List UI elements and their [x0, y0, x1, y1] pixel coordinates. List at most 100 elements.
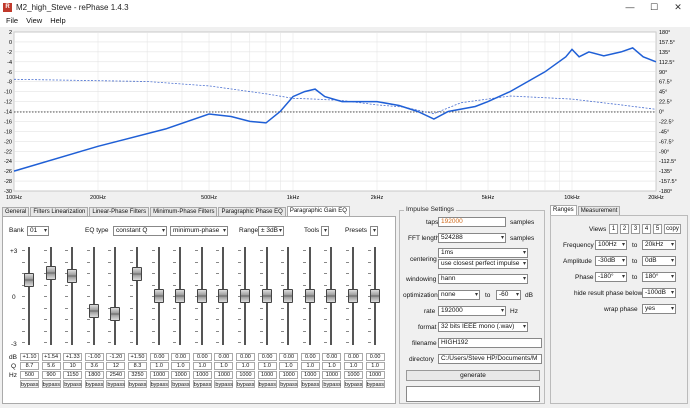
band-hz-input[interactable]: 1000	[300, 371, 320, 379]
band-q-input[interactable]: 1.0	[171, 362, 191, 370]
band-db-input[interactable]: 0.00	[257, 353, 277, 361]
tab-measurement[interactable]: Measurement	[577, 206, 621, 215]
response-plot[interactable]: 2 0 -2 -4 -6 -8 -10 -12 -14 -16 -18 -20 -22 -24 -26 -28…	[0, 28, 690, 203]
optimization-select[interactable]: none	[438, 290, 480, 300]
band-bypass-button[interactable]: bypass	[236, 380, 255, 388]
band-hz-input[interactable]: 1000	[279, 371, 299, 379]
tab-linear-phase-filters[interactable]: Linear-Phase Filters	[89, 207, 150, 216]
band-bypass-button[interactable]: bypass	[257, 380, 277, 388]
menu-help[interactable]: Help	[50, 16, 65, 25]
band-bypass-button[interactable]: bypass	[84, 380, 104, 388]
taps-input[interactable]: 192000	[438, 217, 506, 227]
tab-minimum-phase-filters[interactable]: Minimum-Phase Filters	[150, 207, 218, 216]
band-gain-slider[interactable]	[175, 289, 186, 303]
generate-button[interactable]: generate	[406, 370, 540, 381]
band-gain-slider[interactable]	[304, 289, 315, 303]
band-q-input[interactable]: 1.0	[236, 362, 255, 370]
band-q-input[interactable]: 1.0	[300, 362, 320, 370]
band-hz-input[interactable]: 1000	[322, 371, 342, 379]
view-2-button[interactable]: 2	[620, 224, 629, 234]
fft-select[interactable]: 524288	[438, 233, 506, 243]
band-gain-slider[interactable]	[283, 289, 294, 303]
band-q-input[interactable]: 12	[106, 362, 126, 370]
band-q-input[interactable]: 1.0	[192, 362, 212, 370]
band-hz-input[interactable]: 3250	[128, 371, 147, 379]
tools-dropdown[interactable]	[321, 226, 329, 236]
minimize-button[interactable]: —	[618, 0, 642, 14]
band-bypass-button[interactable]: bypass	[41, 380, 61, 388]
band-hz-input[interactable]: 1000	[192, 371, 212, 379]
band-hz-input[interactable]: 1800	[84, 371, 104, 379]
band-gain-slider[interactable]	[45, 265, 56, 280]
band-gain-slider[interactable]	[153, 289, 164, 303]
view-4-button[interactable]: 4	[642, 224, 651, 234]
band-hz-input[interactable]: 1000	[365, 371, 385, 379]
band-q-input[interactable]: 1.0	[365, 362, 385, 370]
amplitude-to-select[interactable]: 0dB	[642, 256, 676, 266]
band-bypass-button[interactable]: bypass	[365, 380, 385, 388]
band-gain-slider[interactable]	[240, 289, 250, 303]
band-bypass-button[interactable]: bypass	[171, 380, 191, 388]
view-1-button[interactable]: 1	[609, 224, 618, 234]
band-q-input[interactable]: 10	[63, 362, 83, 370]
phase-from-select[interactable]: -180°	[595, 272, 627, 282]
phase-to-select[interactable]: 180°	[642, 272, 676, 282]
tab-filters-linearization[interactable]: Filters Linearization	[30, 207, 89, 216]
band-hz-input[interactable]: 1000	[257, 371, 277, 379]
band-db-input[interactable]: 0.00	[344, 353, 363, 361]
range-select[interactable]: ± 3dB	[258, 226, 284, 236]
band-db-input[interactable]: +1.54	[41, 353, 61, 361]
band-q-input[interactable]: 1.0	[322, 362, 342, 370]
band-db-input[interactable]: 0.00	[149, 353, 169, 361]
band-db-input[interactable]: +1.33	[63, 353, 83, 361]
band-gain-slider[interactable]	[110, 307, 121, 321]
band-db-input[interactable]: +1.50	[128, 353, 147, 361]
tab-general[interactable]: General	[2, 207, 30, 216]
band-q-input[interactable]: 1.0	[257, 362, 277, 370]
band-db-input[interactable]: +1.10	[20, 353, 39, 361]
optimization-db-select[interactable]: -60	[496, 290, 521, 300]
format-select[interactable]: 32 bits IEEE mono (.wav)	[438, 322, 528, 332]
windowing-select[interactable]: hann	[438, 274, 528, 284]
band-db-input[interactable]: 0.00	[192, 353, 212, 361]
band-gain-slider[interactable]	[67, 269, 78, 284]
band-db-input[interactable]: -1.20	[106, 353, 126, 361]
centering-mode-select[interactable]: use closest perfect impulse	[438, 259, 528, 269]
band-q-input[interactable]: 1.0	[149, 362, 169, 370]
band-db-input[interactable]: 0.00	[300, 353, 320, 361]
eqtype-select[interactable]: constant Q	[113, 226, 167, 236]
band-q-input[interactable]: 1.0	[214, 362, 234, 370]
centering-select[interactable]: 1ms	[438, 248, 528, 258]
band-db-input[interactable]: 0.00	[236, 353, 255, 361]
band-hz-input[interactable]: 1000	[171, 371, 191, 379]
tab-ranges[interactable]: Ranges	[550, 205, 577, 215]
amplitude-from-select[interactable]: -30dB	[595, 256, 627, 266]
band-db-input[interactable]: -1.00	[84, 353, 104, 361]
band-gain-slider[interactable]	[24, 272, 34, 287]
frequency-to-select[interactable]: 20kHz	[642, 240, 676, 250]
menu-view[interactable]: View	[26, 16, 42, 25]
band-gain-slider[interactable]	[196, 289, 207, 303]
band-q-input[interactable]: 1.0	[344, 362, 363, 370]
band-bypass-button[interactable]: bypass	[279, 380, 299, 388]
band-gain-slider[interactable]	[326, 289, 337, 303]
bank-select[interactable]: 01	[27, 226, 49, 236]
band-hz-input[interactable]: 1000	[236, 371, 255, 379]
band-bypass-button[interactable]: bypass	[149, 380, 169, 388]
band-db-input[interactable]: 0.00	[365, 353, 385, 361]
band-q-input[interactable]: 3.6	[84, 362, 104, 370]
band-hz-input[interactable]: 1000	[344, 371, 363, 379]
band-db-input[interactable]: 0.00	[279, 353, 299, 361]
band-gain-slider[interactable]	[132, 266, 142, 281]
copy-view-button[interactable]: copy	[664, 224, 681, 234]
rate-select[interactable]: 192000	[438, 306, 506, 316]
band-bypass-button[interactable]: bypass	[20, 380, 39, 388]
band-q-input[interactable]: 1.0	[279, 362, 299, 370]
band-bypass-button[interactable]: bypass	[214, 380, 234, 388]
band-db-input[interactable]: 0.00	[171, 353, 191, 361]
presets-dropdown[interactable]	[370, 226, 378, 236]
band-q-input[interactable]: 8.7	[20, 362, 39, 370]
view-3-button[interactable]: 3	[631, 224, 640, 234]
band-db-input[interactable]: 0.00	[214, 353, 234, 361]
band-bypass-button[interactable]: bypass	[128, 380, 147, 388]
